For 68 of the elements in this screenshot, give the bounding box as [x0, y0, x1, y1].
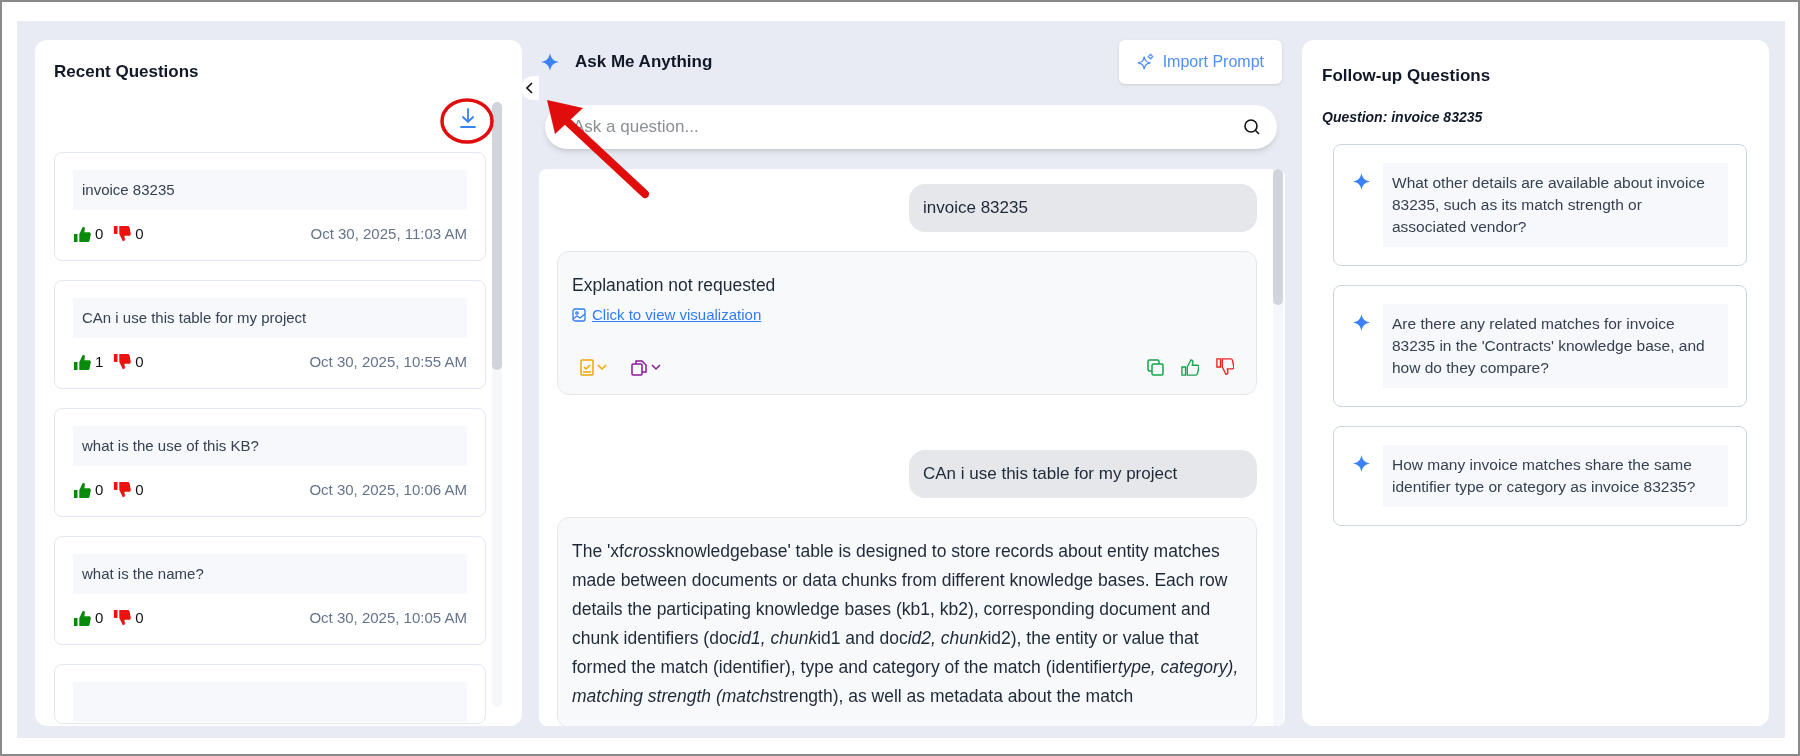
- thumbs-down-icon[interactable]: [113, 609, 132, 627]
- download-icon: [458, 107, 478, 129]
- chevron-left-icon: [526, 82, 534, 94]
- collapse-button[interactable]: [521, 76, 539, 100]
- documents-dropdown[interactable]: [631, 358, 661, 376]
- like-count: 0: [95, 223, 104, 244]
- scrollbar-thumb[interactable]: [1273, 169, 1283, 305]
- thumbs-up-icon: [1181, 358, 1199, 376]
- timestamp: Oct 30, 2025, 10:05 AM: [309, 607, 467, 628]
- copy-icon: [1147, 358, 1164, 376]
- like-count: 0: [95, 479, 104, 500]
- thumbs-up-icon[interactable]: [73, 481, 91, 499]
- timestamp: Oct 30, 2025, 11:03 AM: [310, 223, 467, 244]
- question-card[interactable]: CAn i use this table for my project 1 0 Oct 30, 2025, 10:55 AM: [54, 280, 486, 389]
- question-text: invoice 83235: [73, 170, 467, 210]
- checklist-icon: [580, 358, 594, 376]
- thumbs-down-icon[interactable]: [113, 225, 132, 243]
- thumbs-up-icon[interactable]: [73, 609, 91, 627]
- question-card[interactable]: what is the use of this KB? 0 0 Oct 30, 2025, 10:06 AM: [54, 408, 486, 517]
- follow-up-card[interactable]: How many invoice matches share the same identifier type or category as invoice 83235?: [1333, 426, 1747, 526]
- image-icon: [572, 307, 586, 322]
- annotation-circle: [439, 97, 495, 145]
- user-message: invoice 83235: [909, 184, 1257, 232]
- panel-title: Follow-up Questions: [1322, 65, 1492, 87]
- dislike-count: 0: [135, 351, 144, 372]
- chevron-down-icon: [651, 363, 661, 371]
- like-count: 0: [95, 607, 104, 628]
- like-count: 1: [95, 351, 104, 372]
- like-button[interactable]: [1181, 358, 1199, 376]
- follow-up-text: Are there any related matches for invoice 83235 in the 'Contracts' knowledge base, and how do they compare?: [1383, 304, 1728, 388]
- thumbs-down-icon[interactable]: [113, 353, 132, 371]
- follow-up-text: What other details are available about invoice 83235, such as its match strength or associated vendor?: [1383, 163, 1728, 247]
- follow-up-card[interactable]: What other details are available about invoice 83235, such as its match strength or associated vendor?: [1333, 144, 1747, 266]
- sparkle-icon: [1353, 173, 1370, 190]
- scrollbar-thumb[interactable]: [492, 102, 502, 370]
- sparkle-icon: [1353, 314, 1370, 331]
- question-text: what is the name?: [73, 554, 467, 594]
- question-text: what is the use of this KB?: [73, 426, 467, 466]
- chevron-down-icon: [597, 363, 607, 371]
- visualization-link[interactable]: Click to view visualization: [572, 303, 762, 326]
- sparkles-icon: [1136, 53, 1155, 71]
- panel-title: Recent Questions: [54, 61, 200, 83]
- answer-text: Explanation not requested: [572, 273, 777, 297]
- thumbs-down-icon[interactable]: [113, 481, 132, 499]
- question-label: Question: invoice 83235: [1322, 108, 1484, 127]
- sparkle-icon: [541, 53, 559, 71]
- answer-text: The 'xfcrossknowledgebase' table is designed to store records about entity matches made between documents or data chunks from different knowledge bases. Each row details the participating knowledge bases (kb1, kb2), corresponding document and chunk identifiers (docid1, chunkid1 and docid2, chunkid2), the entity or value that formed the match (identifier), type and category of the match (identifiertype, category), matching strength (matchstrength), as well as metadata about the match: [572, 539, 1240, 708]
- dislike-count: 0: [135, 607, 144, 628]
- dislike-count: 0: [135, 479, 144, 500]
- question-card[interactable]: what is the name? 0 0 Oct 30, 2025, 10:05 AM: [54, 536, 486, 645]
- follow-up-text: How many invoice matches share the same identifier type or category as invoice 83235?: [1383, 445, 1728, 507]
- user-message: CAn i use this table for my project: [909, 450, 1257, 498]
- search-icon: [1243, 118, 1261, 136]
- follow-up-card[interactable]: Are there any related matches for invoice 83235 in the 'Contracts' knowledge base, and how do they compare?: [1333, 285, 1747, 407]
- dislike-button[interactable]: [1216, 358, 1234, 376]
- chat-title: Ask Me Anything: [575, 51, 713, 74]
- thumbs-up-icon[interactable]: [73, 353, 91, 371]
- documents-icon: [631, 358, 648, 376]
- question-text: CAn i use this table for my project: [73, 298, 467, 338]
- question-card[interactable]: invoice 83235 0 0 Oct 30, 2025, 11:03 AM: [54, 152, 486, 261]
- thumbs-down-icon: [1216, 358, 1234, 376]
- thumbs-up-icon[interactable]: [73, 225, 91, 243]
- sparkle-icon: [1353, 455, 1370, 472]
- timestamp: Oct 30, 2025, 10:06 AM: [309, 479, 467, 500]
- copy-button[interactable]: [1147, 358, 1164, 376]
- timestamp: Oct 30, 2025, 10:55 AM: [309, 351, 467, 372]
- checklist-dropdown[interactable]: [580, 358, 607, 376]
- dislike-count: 0: [135, 223, 144, 244]
